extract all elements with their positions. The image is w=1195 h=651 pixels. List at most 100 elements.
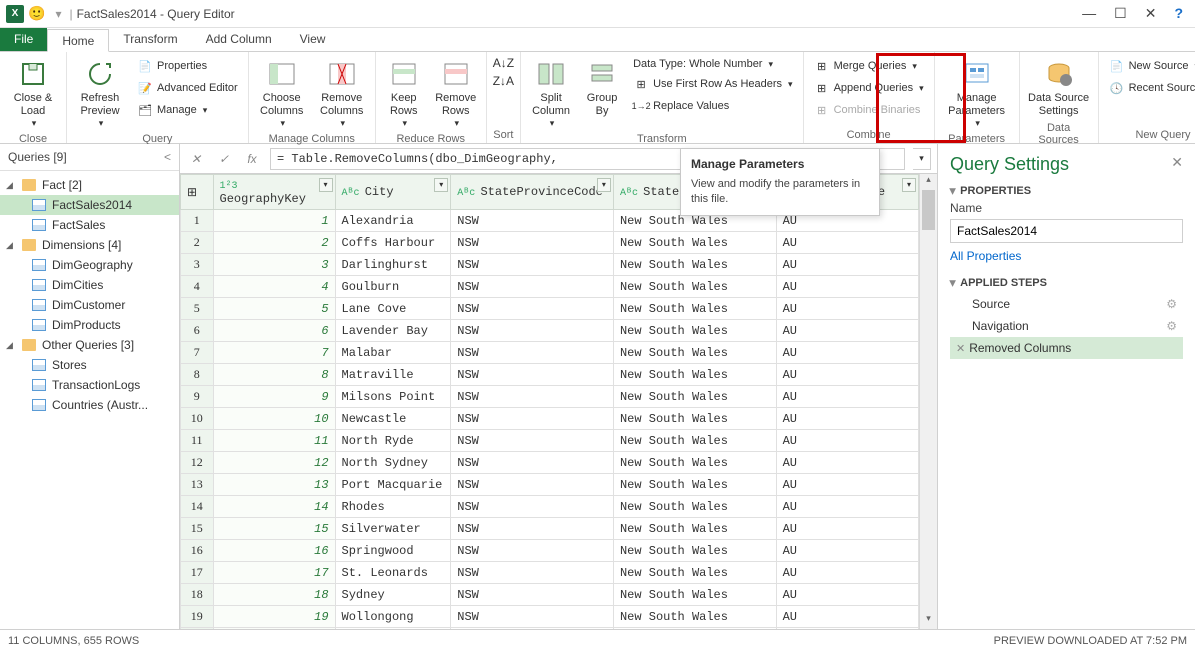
keep-rows-button[interactable]: Keep Rows▾ xyxy=(382,56,426,131)
gear-icon[interactable]: ⚙ xyxy=(1166,319,1177,333)
query-item[interactable]: DimProducts xyxy=(0,315,179,335)
append-queries-button[interactable]: ⊞Append Queries▾ xyxy=(810,78,928,98)
help-icon[interactable]: ? xyxy=(1174,5,1183,22)
tab-home[interactable]: Home xyxy=(47,29,109,52)
column-header[interactable]: Aᴮc City▾ xyxy=(335,175,451,210)
excel-icon: X xyxy=(6,5,24,23)
formula-commit-icon[interactable]: ✓ xyxy=(214,152,234,166)
table-row[interactable]: 1515SilverwaterNSWNew South WalesAU xyxy=(181,518,919,540)
advanced-editor-button[interactable]: 📝Advanced Editor xyxy=(133,78,242,98)
properties-header[interactable]: PROPERTIES xyxy=(950,185,1183,197)
table-row[interactable]: 66Lavender BayNSWNew South WalesAU xyxy=(181,320,919,342)
table-row[interactable]: 1212North SydneyNSWNew South WalesAU xyxy=(181,452,919,474)
data-grid[interactable]: ⊞ 1²3 GeographyKey▾Aᴮc City▾Aᴮc StateProv… xyxy=(180,174,919,629)
column-filter-icon[interactable]: ▾ xyxy=(434,178,448,192)
tooltip-body: View and modify the parameters in this f… xyxy=(691,177,869,207)
remove-rows-button[interactable]: Remove Rows▾ xyxy=(432,56,480,131)
tooltip-title: Manage Parameters xyxy=(691,157,869,171)
applied-step[interactable]: Source⚙ xyxy=(950,293,1183,315)
tab-transform[interactable]: Transform xyxy=(109,28,191,51)
query-item[interactable]: DimCities xyxy=(0,275,179,295)
queries-collapse-icon[interactable]: < xyxy=(164,150,171,164)
query-item[interactable]: DimCustomer xyxy=(0,295,179,315)
manage-parameters-button[interactable]: Manage Parameters▾ xyxy=(941,56,1013,131)
tab-file[interactable]: File xyxy=(0,28,47,51)
table-row[interactable]: 1010NewcastleNSWNew South WalesAU xyxy=(181,408,919,430)
applied-step[interactable]: ✕Removed Columns xyxy=(950,337,1183,359)
column-filter-icon[interactable]: ▾ xyxy=(319,178,333,192)
query-item[interactable]: Countries (Austr... xyxy=(0,395,179,415)
combine-binaries-button[interactable]: ⊞Combine Binaries xyxy=(810,100,928,120)
qat-dropdown[interactable]: ▾ xyxy=(55,7,61,21)
table-row[interactable]: 88MatravilleNSWNew South WalesAU xyxy=(181,364,919,386)
sort-desc-button[interactable]: Z↓A xyxy=(493,74,514,88)
table-row[interactable]: 99Milsons PointNSWNew South WalesAU xyxy=(181,386,919,408)
refresh-preview-button[interactable]: Refresh Preview▾ xyxy=(73,56,127,131)
refresh-label: Refresh Preview xyxy=(80,92,119,118)
applied-steps-header[interactable]: APPLIED STEPS xyxy=(950,277,1183,289)
new-source-button[interactable]: 📄New Source▾ xyxy=(1105,56,1195,76)
table-row[interactable]: 77MalabarNSWNew South WalesAU xyxy=(181,342,919,364)
table-row[interactable]: 22Coffs HarbourNSWNew South WalesAU xyxy=(181,232,919,254)
table-row[interactable]: 55Lane CoveNSWNew South WalesAU xyxy=(181,298,919,320)
sort-asc-button[interactable]: A↓Z xyxy=(493,56,514,70)
delete-step-icon[interactable]: ✕ xyxy=(956,343,965,355)
remove-columns-button[interactable]: Remove Columns▾ xyxy=(315,56,369,131)
table-row[interactable]: 44GoulburnNSWNew South WalesAU xyxy=(181,276,919,298)
query-folder[interactable]: ◢Other Queries [3] xyxy=(0,335,179,355)
column-filter-icon[interactable]: ▾ xyxy=(902,178,916,192)
window-title: FactSales2014 - Query Editor xyxy=(77,7,235,21)
first-row-headers-button[interactable]: ⊞Use First Row As Headers▾ xyxy=(629,74,797,94)
group-sort-label: Sort xyxy=(493,129,514,141)
vertical-scrollbar[interactable]: ▴▾ xyxy=(919,174,937,629)
manage-button[interactable]: 🗂Manage▾ xyxy=(133,100,242,120)
all-properties-link[interactable]: All Properties xyxy=(950,249,1183,263)
close-window-button[interactable]: ✕ xyxy=(1145,5,1157,22)
table-row[interactable]: 1111North RydeNSWNew South WalesAU xyxy=(181,430,919,452)
choose-columns-button[interactable]: Choose Columns▾ xyxy=(255,56,309,131)
tab-add-column[interactable]: Add Column xyxy=(192,28,286,51)
query-item[interactable]: FactSales xyxy=(0,215,179,235)
table-row[interactable]: 20 xyxy=(181,628,919,630)
group-by-button[interactable]: Group By xyxy=(581,56,623,120)
column-filter-icon[interactable]: ▾ xyxy=(597,178,611,192)
applied-step[interactable]: Navigation⚙ xyxy=(950,315,1183,337)
table-row[interactable]: 33DarlinghurstNSWNew South WalesAU xyxy=(181,254,919,276)
formula-dropdown[interactable]: ▾ xyxy=(913,148,931,170)
minimize-button[interactable]: — xyxy=(1082,5,1096,22)
formula-cancel-icon[interactable]: ✕ xyxy=(186,152,206,166)
properties-button[interactable]: 📄Properties xyxy=(133,56,242,76)
queries-tree: ◢Fact [2]FactSales2014FactSales◢Dimensio… xyxy=(0,171,179,419)
query-item[interactable]: Stores xyxy=(0,355,179,375)
query-folder[interactable]: ◢Fact [2] xyxy=(0,175,179,195)
tab-view[interactable]: View xyxy=(286,28,340,51)
table-row[interactable]: 1919WollongongNSWNew South WalesAU xyxy=(181,606,919,628)
column-header[interactable]: Aᴮc StateProvinceCode▾ xyxy=(451,175,614,210)
settings-close-icon[interactable]: ✕ xyxy=(1171,154,1183,175)
replace-values-button[interactable]: 1→2Replace Values xyxy=(629,96,797,116)
query-name-input[interactable] xyxy=(950,219,1183,243)
status-rowcount: 11 COLUMNS, 655 ROWS xyxy=(8,635,139,647)
merge-queries-button[interactable]: ⊞Merge Queries▾ xyxy=(810,56,928,76)
query-folder[interactable]: ◢Dimensions [4] xyxy=(0,235,179,255)
table-row[interactable]: 1414RhodesNSWNew South WalesAU xyxy=(181,496,919,518)
query-item[interactable]: DimGeography xyxy=(0,255,179,275)
table-row[interactable]: 1313Port MacquarieNSWNew South WalesAU xyxy=(181,474,919,496)
query-item[interactable]: TransactionLogs xyxy=(0,375,179,395)
table-row[interactable]: 1616SpringwoodNSWNew South WalesAU xyxy=(181,540,919,562)
folder-icon xyxy=(22,239,36,251)
recent-sources-button[interactable]: 🕓Recent Sources▾ xyxy=(1105,78,1195,98)
query-item[interactable]: FactSales2014 xyxy=(0,195,179,215)
gear-icon[interactable]: ⚙ xyxy=(1166,297,1177,311)
smiley-icon[interactable]: 🙂 xyxy=(28,5,45,22)
table-select-icon[interactable]: ⊞ xyxy=(187,186,197,200)
table-row[interactable]: 1818SydneyNSWNew South WalesAU xyxy=(181,584,919,606)
fx-icon[interactable]: fx xyxy=(242,152,262,166)
column-header[interactable]: 1²3 GeographyKey▾ xyxy=(213,175,335,210)
close-and-load-button[interactable]: Close & Load▾ xyxy=(6,56,60,131)
split-column-button[interactable]: Split Column▾ xyxy=(527,56,575,131)
data-type-button[interactable]: Data Type: Whole Number▾ xyxy=(629,56,797,72)
table-row[interactable]: 1717St. LeonardsNSWNew South WalesAU xyxy=(181,562,919,584)
maximize-button[interactable]: ☐ xyxy=(1114,5,1127,22)
data-source-settings-button[interactable]: Data Source Settings xyxy=(1026,56,1092,120)
